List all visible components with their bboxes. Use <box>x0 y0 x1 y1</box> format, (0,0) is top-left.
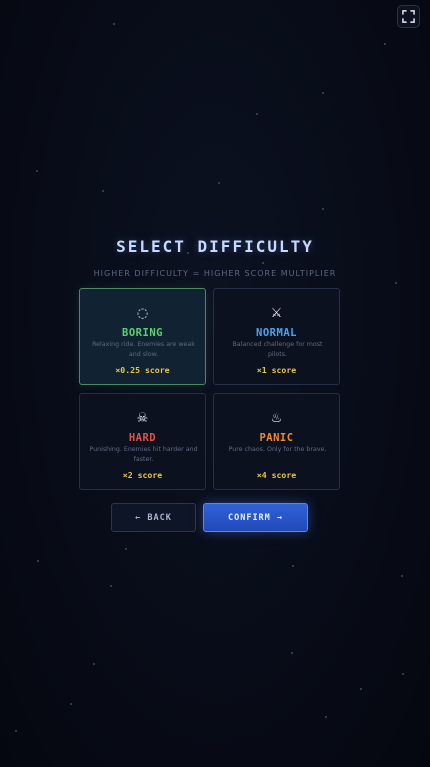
fire-icon: ♨ <box>270 411 283 426</box>
difficulty-card-hard[interactable]: ☠ HARD Punishing. Enemies hit harder and… <box>79 393 206 490</box>
difficulty-name: NORMAL <box>256 327 297 339</box>
difficulty-name: HARD <box>128 432 157 444</box>
confirm-button[interactable]: CONFIRM → <box>203 503 308 532</box>
crossed-swords-icon: ⚔ <box>270 306 283 321</box>
star <box>262 262 264 264</box>
fullscreen-button[interactable] <box>397 5 420 28</box>
score-multiplier: ×2 score <box>122 470 163 480</box>
skull-crossbones-icon: ☠ <box>136 411 149 426</box>
difficulty-description: Balanced challenge for most pilots. <box>232 341 323 358</box>
star <box>110 585 112 587</box>
star <box>360 688 362 690</box>
star <box>93 663 95 665</box>
star <box>256 113 258 115</box>
star <box>322 92 324 94</box>
difficulty-description: Punishing. Enemies hit harder and faster… <box>89 446 198 463</box>
star <box>395 282 397 284</box>
score-multiplier: ×1 score <box>256 365 297 375</box>
difficulty-name: BORING <box>122 327 163 339</box>
difficulty-card-panic[interactable]: ♨ PANIC Pure chaos. Only for the brave. … <box>213 393 340 490</box>
difficulty-description: Relaxing ride. Enemies are weak and slow… <box>92 341 195 358</box>
page-subtitle: HIGHER DIFFICULTY = HIGHER SCORE MULTIPL… <box>93 269 337 278</box>
fullscreen-icon <box>402 10 415 23</box>
star <box>15 730 17 732</box>
star <box>125 548 127 550</box>
difficulty-name: PANIC <box>259 432 294 444</box>
star <box>384 43 386 45</box>
back-button[interactable]: ← BACK <box>111 503 196 532</box>
difficulty-card-boring[interactable]: ◌ BORING Relaxing ride. Enemies are weak… <box>79 288 206 385</box>
star <box>36 170 38 172</box>
difficulty-description: Pure chaos. Only for the brave. <box>228 446 327 453</box>
star <box>113 23 115 25</box>
star <box>402 673 404 675</box>
star <box>325 716 327 718</box>
score-multiplier: ×4 score <box>256 470 297 480</box>
star <box>292 565 294 567</box>
circle-arrows-icon: ◌ <box>136 306 149 321</box>
page-title: SELECT DIFFICULTY <box>116 237 314 256</box>
difficulty-card-normal[interactable]: ⚔ NORMAL Balanced challenge for most pil… <box>213 288 340 385</box>
star <box>291 652 293 654</box>
star <box>102 190 104 192</box>
star <box>322 208 324 210</box>
score-multiplier: ×0.25 score <box>115 365 170 375</box>
star <box>37 560 39 562</box>
star <box>218 182 220 184</box>
star <box>70 703 72 705</box>
star <box>401 575 403 577</box>
